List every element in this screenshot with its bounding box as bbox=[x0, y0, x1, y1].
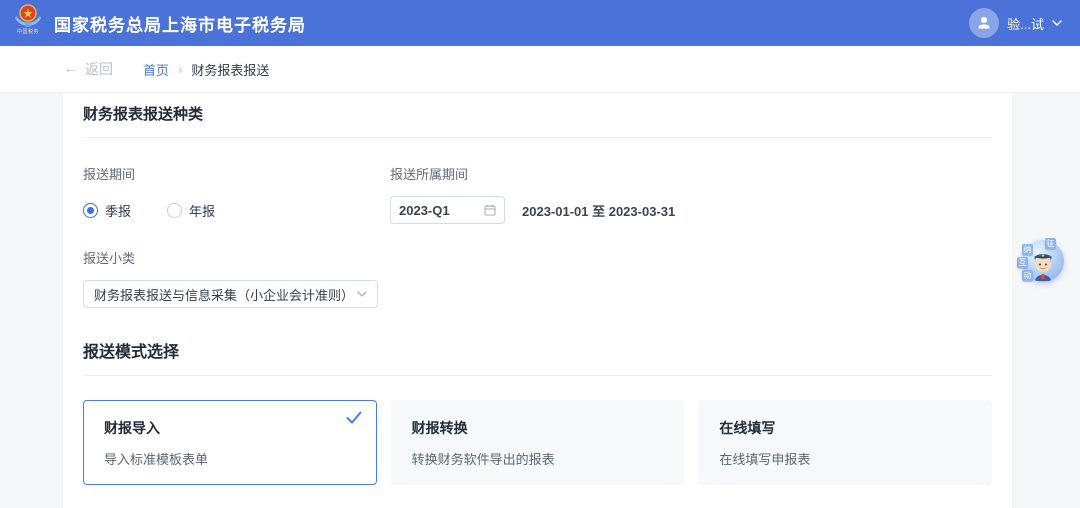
radio-option-quarterly[interactable]: 季报 bbox=[83, 201, 131, 220]
main-content: 财务报表报送种类 报送期间 季报 年报 bbox=[63, 93, 1012, 508]
period-radio-group: 季报 年报 bbox=[83, 196, 390, 224]
subcategory-field: 报送小类 财务报表报送与信息采集（小企业会计准则） bbox=[83, 248, 992, 308]
user-menu[interactable]: 验...试 bbox=[969, 8, 1062, 38]
breadcrumb-home-link[interactable]: 首页 bbox=[143, 60, 169, 79]
assistant-float-button[interactable]: 征 纳 互 动 bbox=[1016, 238, 1064, 286]
radio-label: 年报 bbox=[189, 201, 215, 220]
tax-emblem-icon bbox=[14, 4, 42, 30]
breadcrumb: 首页 › 财务报表报送 bbox=[143, 60, 269, 79]
page: 中国税务 国家税务总局上海市电子税务局 验...试 ← 返回 首页 › 财务 bbox=[0, 0, 1080, 508]
mode-card-title: 财报转换 bbox=[412, 418, 664, 438]
belong-period-label: 报送所属期间 bbox=[390, 164, 675, 183]
period-label: 报送期间 bbox=[83, 164, 390, 183]
breadcrumb-bar: ← 返回 首页 › 财务报表报送 bbox=[0, 46, 1080, 93]
user-name: 验...试 bbox=[1007, 14, 1044, 33]
radio-selected-icon bbox=[83, 203, 98, 218]
mode-card-desc: 导入标准模板表单 bbox=[104, 449, 356, 468]
mode-card-import[interactable]: 财报导入 导入标准模板表单 bbox=[83, 400, 377, 485]
app-title: 国家税务总局上海市电子税务局 bbox=[54, 11, 306, 36]
belong-period-field: 报送所属期间 2023-Q1 2023-01-01 至 2023-03-31 bbox=[390, 164, 675, 224]
mode-card-desc: 在线填写申报表 bbox=[719, 449, 971, 468]
person-icon bbox=[975, 14, 993, 32]
breadcrumb-current: 财务报表报送 bbox=[191, 60, 269, 79]
app-header: 中国税务 国家税务总局上海市电子税务局 验...试 bbox=[0, 0, 1080, 46]
section-title-mode: 报送模式选择 bbox=[83, 338, 992, 362]
subcategory-select[interactable]: 财务报表报送与信息采集（小企业会计准则） bbox=[83, 280, 378, 308]
subcategory-label: 报送小类 bbox=[83, 248, 992, 267]
mode-card-online[interactable]: 在线填写 在线填写申报表 bbox=[698, 400, 992, 485]
period-field: 报送期间 季报 年报 bbox=[83, 164, 390, 224]
page-body: 财务报表报送种类 报送期间 季报 年报 bbox=[0, 93, 1080, 508]
period-date-input[interactable]: 2023-Q1 bbox=[390, 196, 505, 224]
mode-card-convert[interactable]: 财报转换 转换财务软件导出的报表 bbox=[391, 400, 685, 485]
logo-caption: 中国税务 bbox=[17, 30, 39, 35]
assistant-char: 征 bbox=[1045, 238, 1056, 249]
chevron-down-icon bbox=[1052, 20, 1062, 26]
mode-card-title: 财报导入 bbox=[104, 418, 356, 438]
back-button[interactable]: ← 返回 bbox=[63, 59, 113, 79]
assistant-char: 纳 bbox=[1022, 244, 1033, 255]
period-row: 报送期间 季报 年报 报送所属期间 bbox=[83, 164, 992, 224]
radio-option-annual[interactable]: 年报 bbox=[167, 201, 215, 220]
tax-emblem-logo: 中国税务 bbox=[12, 4, 44, 42]
radio-label: 季报 bbox=[105, 201, 131, 220]
chevron-down-icon bbox=[357, 291, 367, 297]
back-arrow-icon: ← bbox=[63, 62, 79, 76]
breadcrumb-separator: › bbox=[178, 62, 182, 77]
divider bbox=[83, 137, 992, 138]
calendar-icon bbox=[484, 204, 496, 216]
user-avatar bbox=[969, 8, 999, 38]
mode-cards: 财报导入 导入标准模板表单 财报转换 转换财务软件导出的报表 在线填写 在线填写… bbox=[83, 400, 992, 485]
period-date-value: 2023-Q1 bbox=[399, 203, 450, 218]
mode-card-desc: 转换财务软件导出的报表 bbox=[412, 449, 664, 468]
mode-card-title: 在线填写 bbox=[719, 418, 971, 438]
period-date-range: 2023-01-01 至 2023-03-31 bbox=[522, 201, 675, 220]
check-icon bbox=[346, 411, 362, 429]
divider bbox=[83, 375, 992, 376]
radio-unselected-icon bbox=[167, 203, 182, 218]
belong-period-line: 2023-Q1 2023-01-01 至 2023-03-31 bbox=[390, 196, 675, 224]
assistant-char: 动 bbox=[1022, 270, 1033, 281]
subcategory-value: 财务报表报送与信息采集（小企业会计准则） bbox=[94, 285, 354, 304]
assistant-char: 互 bbox=[1017, 257, 1028, 268]
section-title-report-kind: 财务报表报送种类 bbox=[83, 93, 992, 124]
back-label: 返回 bbox=[85, 59, 113, 79]
